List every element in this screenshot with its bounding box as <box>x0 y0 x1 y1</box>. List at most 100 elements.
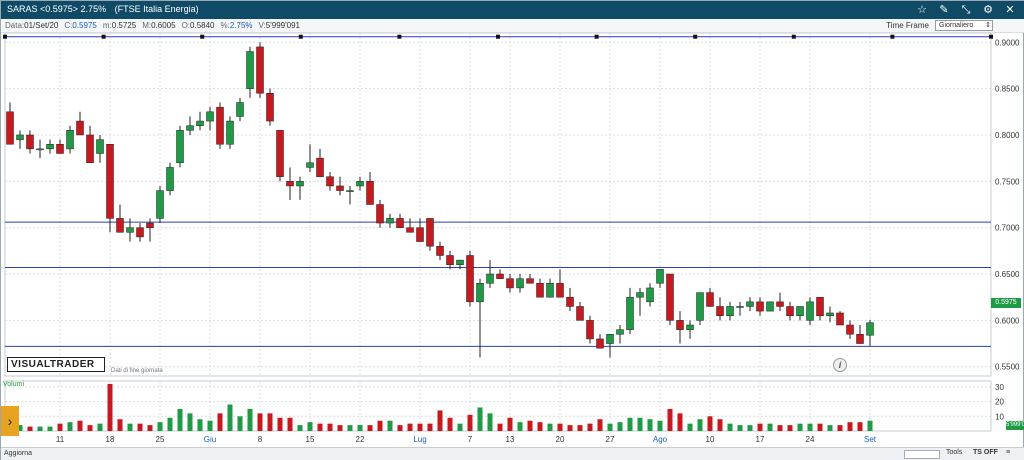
candle-body <box>526 278 534 284</box>
ohlc-infobar: Data:01/Set/20 C:0.5975 m:0.5725 M:0.600… <box>1 19 1024 33</box>
info-icon[interactable]: i <box>833 358 847 372</box>
date-value: 01/Set/20 <box>24 21 59 30</box>
candle-body <box>656 269 664 284</box>
close-icon[interactable]: ✕ <box>1003 3 1017 17</box>
price-tick-label: 0.6000 <box>995 316 1020 325</box>
volume-bar <box>427 423 433 431</box>
date-tick-label: 8 <box>258 435 263 444</box>
line-handle <box>791 34 796 39</box>
volume-bar <box>707 416 713 431</box>
volume-bar <box>727 423 733 431</box>
volume-bar <box>387 420 393 431</box>
expand-icon[interactable]: ⤡ <box>959 3 973 17</box>
volume-bar <box>647 419 653 431</box>
volume-bar <box>287 417 293 431</box>
visualtrader-logo: VISUALTRADER <box>7 357 105 372</box>
menu-icon[interactable]: ≡ <box>1006 449 1010 456</box>
volume-bar <box>177 408 183 431</box>
date-tick-label: Ago <box>653 435 668 444</box>
candle-body <box>146 222 154 228</box>
volume-bar <box>547 423 553 431</box>
volume-bar <box>167 417 173 431</box>
volume-bar <box>617 422 623 431</box>
gear-icon[interactable]: ⚙ <box>981 3 995 17</box>
volume-bar <box>337 425 343 431</box>
price-tick-label: 0.7000 <box>995 224 1020 233</box>
volume-bar <box>777 425 783 431</box>
candle-body <box>636 292 644 298</box>
price-chart[interactable]: 0.5500 0.6000 0.6500 0.7000 0.7500 0.8000 0.85… <box>1 33 1024 447</box>
volume-bar <box>217 413 223 431</box>
date-tick-label: Set <box>864 435 877 444</box>
candle-body <box>606 334 614 344</box>
line-handle <box>890 34 895 39</box>
window-titlebar: SARAS <0.5975> 2.75% (FTSE Italia Energi… <box>1 1 1024 19</box>
volume-bar <box>667 408 673 431</box>
candle-body <box>36 148 44 151</box>
bottom-toolbar: Aggiorna Tools TS OFF ≡ <box>1 447 1024 460</box>
last-volume-tag: 5'999'091 <box>1006 421 1024 430</box>
line-handle <box>397 34 402 39</box>
date-tick-label: 11 <box>56 435 65 444</box>
candle-body <box>816 296 824 316</box>
line-handle <box>3 34 7 39</box>
candle-body <box>306 162 314 168</box>
candle-body <box>286 181 294 187</box>
volume-bar <box>27 426 33 431</box>
candle-body <box>256 46 264 94</box>
expand-panel-button[interactable]: › <box>1 406 19 436</box>
ts-off-button[interactable]: TS OFF <box>973 449 998 456</box>
date-tick-label: 20 <box>556 435 565 444</box>
candle-body <box>556 283 564 298</box>
volume-bar <box>717 419 723 431</box>
volume-bar <box>247 408 253 431</box>
volume-bar <box>137 423 143 431</box>
candle-body <box>236 102 244 117</box>
date-tick-label: 22 <box>356 435 365 444</box>
candle-body <box>706 292 714 307</box>
volume-bar <box>417 423 423 431</box>
date-tick-label: 7 <box>468 435 473 444</box>
volume-bar <box>507 417 513 431</box>
candle-body <box>496 273 504 279</box>
candle-body <box>646 287 654 303</box>
last-price-tag: 0.5975 <box>991 298 1021 308</box>
pen-icon[interactable]: ✎ <box>937 3 951 17</box>
volume-bar <box>867 420 873 431</box>
chart-scrollbar[interactable] <box>904 450 940 459</box>
candle-body <box>616 329 624 335</box>
candle-body <box>296 181 304 187</box>
symbol-label: SARAS <0.5975> 2.75% <box>7 4 107 14</box>
volume-bar <box>537 422 543 431</box>
timeframe-select[interactable]: Giornaliero ⇕ <box>935 20 993 31</box>
volume-bar <box>157 422 163 431</box>
line-handle <box>298 34 303 39</box>
volume-bar <box>627 417 633 431</box>
volume-bar <box>277 417 283 431</box>
candle-body <box>276 130 284 177</box>
candle-body <box>696 292 704 321</box>
price-tick-label: 0.9000 <box>995 38 1020 47</box>
candle-body <box>566 296 574 307</box>
volume-bar <box>397 425 403 431</box>
volume-bar <box>87 425 93 431</box>
price-tick-label: 0.7500 <box>995 177 1020 186</box>
volume-label-info: V: <box>258 21 266 30</box>
volume-tick-label: 20 <box>995 398 1004 407</box>
max-value: 0.6005 <box>151 21 176 30</box>
volume-bar <box>447 417 453 431</box>
date-tick-label: 27 <box>606 435 615 444</box>
date-tick-label: 13 <box>506 435 515 444</box>
refresh-button[interactable]: Aggiorna <box>4 450 32 457</box>
tools-button[interactable]: Tools <box>946 449 962 456</box>
volume-bar <box>407 423 413 431</box>
candle-body <box>576 306 584 321</box>
price-tick-label: 0.8500 <box>995 85 1020 94</box>
line-handle <box>200 34 205 39</box>
candle-body <box>406 227 414 233</box>
volume-bar <box>767 423 773 431</box>
star-icon[interactable]: ☆ <box>915 3 929 17</box>
candle-body <box>56 143 64 154</box>
candle-body <box>476 283 484 303</box>
titlebar-icons: ☆ ✎ ⤡ ⚙ ✕ <box>915 3 1017 17</box>
